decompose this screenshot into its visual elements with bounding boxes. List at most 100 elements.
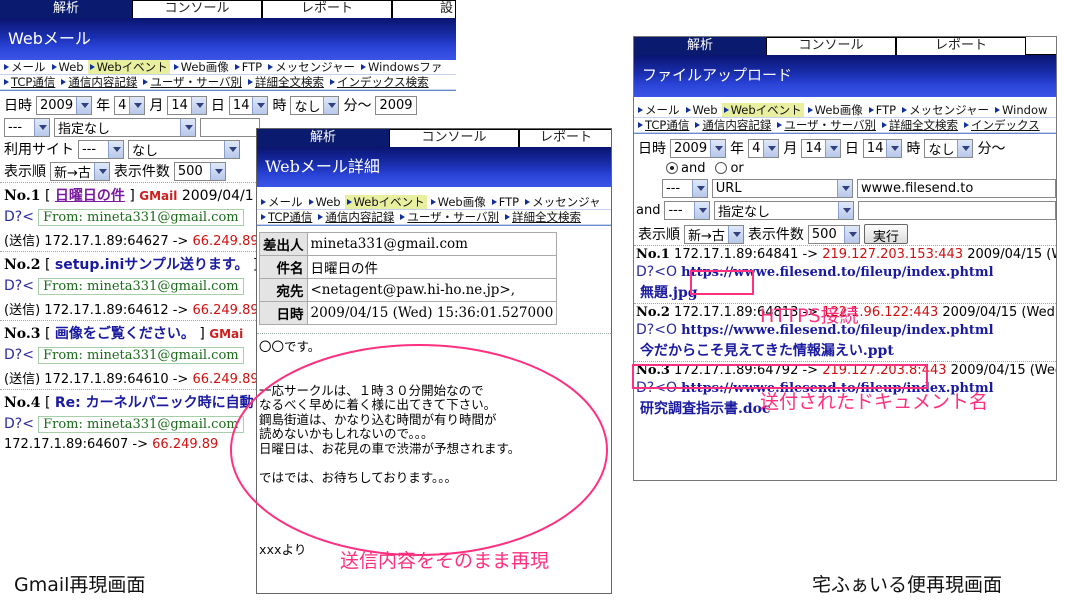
cond1-op-select[interactable]: --- [662, 178, 708, 198]
cond1-value-field[interactable]: wwwe.filesend.to [857, 178, 1056, 198]
entry-subject-link[interactable]: 日曜日の件 [55, 188, 125, 204]
menu-user-server[interactable]: ユーザ・サーバ別 [398, 210, 501, 224]
chevron-down-icon [843, 225, 859, 243]
menu-ftp[interactable]: FTP [233, 60, 264, 74]
entry-subject-link[interactable]: Re: カーネルパニック時に自動 [55, 395, 254, 411]
menu-web[interactable]: Web [307, 195, 343, 209]
menu-index[interactable]: インデックス [962, 118, 1042, 132]
send-label: (送信) [4, 303, 41, 318]
menu-web-image[interactable]: Web画像 [172, 60, 231, 74]
tab-analysis[interactable]: 解析 [634, 37, 766, 55]
site-op-select[interactable]: --- [78, 139, 124, 159]
menu-web-event[interactable]: Webイベント [87, 60, 170, 74]
count-select[interactable]: 500 [807, 224, 860, 244]
menu-web-image[interactable]: Web画像 [806, 103, 865, 117]
cond-value-field[interactable] [200, 117, 260, 137]
menu-fulltext[interactable]: 詳細全文検索 [880, 118, 960, 132]
count-select[interactable]: 500 [173, 161, 226, 181]
hour-select[interactable]: 14 [228, 95, 269, 115]
tab-report[interactable]: レポート [262, 0, 392, 18]
minute-select[interactable]: なし [290, 95, 340, 115]
year-unit: 年 [96, 98, 111, 114]
menu-fulltext[interactable]: 詳細全文検索 [503, 210, 583, 224]
entry-subject-link[interactable]: 画像をご覧ください。 [55, 326, 195, 342]
menu-comm-record[interactable]: 通信内容記録 [693, 118, 773, 132]
cond2-op-select[interactable]: --- [664, 200, 710, 220]
minute-unit: 分〜 [343, 98, 372, 114]
chevron-down-icon [710, 139, 726, 157]
menu-tcp[interactable]: TCP通信 [636, 118, 691, 132]
order-select[interactable]: 新→古 [684, 224, 744, 244]
tab-report[interactable]: レポート [896, 37, 1026, 55]
cond2-value-field[interactable] [858, 200, 1056, 220]
day-select[interactable]: 14 [801, 138, 841, 158]
cond2-field-value: 指定なし [717, 204, 770, 220]
entry-action-icons[interactable]: D?<O [636, 322, 677, 338]
menu-ftp[interactable]: FTP [490, 195, 521, 209]
menu-user-server[interactable]: ユーザ・サーバ別 [141, 75, 244, 89]
menu-fulltext[interactable]: 詳細全文検索 [246, 75, 326, 89]
radio-and[interactable]: and [666, 161, 705, 176]
chevron-down-icon [252, 96, 268, 114]
tab-bar: 解析 コンソール レポート [257, 129, 611, 147]
cond-op-select[interactable]: --- [4, 117, 50, 137]
menu-web-event[interactable]: Webイベント [721, 103, 804, 117]
minute-select[interactable]: なし [924, 138, 974, 158]
end-date-field[interactable]: 2009 [375, 95, 417, 115]
tab-console[interactable]: コンソール [389, 129, 519, 147]
menu-index[interactable]: インデックス検索 [328, 75, 431, 89]
uploaded-file-link[interactable]: 今だからこそ見えてきた情報漏えい.ppt [640, 343, 894, 359]
site-select[interactable]: なし [128, 139, 240, 159]
menu-messenger[interactable]: メッセンジャー [266, 60, 357, 74]
entry-action-icons[interactable]: D?< [4, 209, 34, 225]
year-select[interactable]: 2009 [670, 138, 727, 158]
year-select[interactable]: 2009 [36, 95, 93, 115]
menu-user-server[interactable]: ユーザ・サーバ別 [775, 118, 878, 132]
entry-subject-link[interactable]: setup.iniサンプル送ります。 [55, 257, 249, 273]
menu-messenger[interactable]: メッセンジャ [523, 195, 602, 209]
entry-action-icons[interactable]: D?< [4, 347, 34, 363]
tab-settings[interactable]: 設 [392, 0, 456, 18]
menu-ftp[interactable]: FTP [867, 103, 898, 117]
uploaded-file-link[interactable]: 研究調査指示書.doc [640, 401, 771, 417]
day-select[interactable]: 14 [167, 95, 207, 115]
menu-mail[interactable]: メール [2, 60, 48, 74]
month-select[interactable]: 4 [748, 138, 780, 158]
entry-action-icons[interactable]: D?< [4, 278, 34, 294]
menu-web-image[interactable]: Web画像 [429, 195, 488, 209]
menu-web[interactable]: Web [684, 103, 720, 117]
cond1-field-select[interactable]: URL [711, 178, 854, 198]
menu-tcp[interactable]: TCP通信 [2, 75, 57, 89]
menu-mail[interactable]: メール [259, 195, 305, 209]
menu-messenger[interactable]: メッセンジャー [900, 103, 991, 117]
entry-action-icons[interactable]: D?<O [636, 264, 677, 280]
count-label: 表示件数 [113, 164, 170, 180]
month-select[interactable]: 4 [114, 95, 146, 115]
order-row: 表示順 新→古 表示件数 500 実行 [634, 223, 1056, 245]
radio-or[interactable]: or [715, 161, 744, 176]
entry-number: No.1 [4, 188, 41, 204]
menu-tcp[interactable]: TCP通信 [259, 210, 314, 224]
tab-console[interactable]: コンソール [766, 37, 896, 55]
execute-button[interactable]: 実行 [863, 224, 908, 245]
tab-analysis[interactable]: 解析 [0, 0, 132, 18]
entry-number: No.2 [4, 257, 41, 273]
tab-report[interactable]: レポート [519, 129, 611, 147]
cond1-op-value: --- [666, 180, 681, 196]
hour-select[interactable]: 14 [862, 138, 903, 158]
menu-web-event[interactable]: Webイベント [344, 195, 427, 209]
uploaded-file-link[interactable]: 無題.jpg [640, 285, 698, 301]
cond-field-select[interactable]: 指定なし [54, 117, 196, 137]
menu-comm-record[interactable]: 通信内容記録 [59, 75, 139, 89]
menu-windows[interactable]: Window [993, 103, 1049, 117]
menu-windows-file[interactable]: Windowsファ [359, 60, 444, 74]
menu-web[interactable]: Web [50, 60, 86, 74]
tab-analysis[interactable]: 解析 [257, 129, 389, 147]
cond2-field-select[interactable]: 指定なし [713, 200, 855, 220]
menu-mail[interactable]: メール [636, 103, 682, 117]
order-select[interactable]: 新→古 [50, 161, 110, 181]
chevron-down-icon [180, 118, 195, 136]
entry-action-icons[interactable]: D?< [4, 416, 34, 432]
tab-console[interactable]: コンソール [132, 0, 262, 18]
menu-comm-record[interactable]: 通信内容記録 [316, 210, 396, 224]
